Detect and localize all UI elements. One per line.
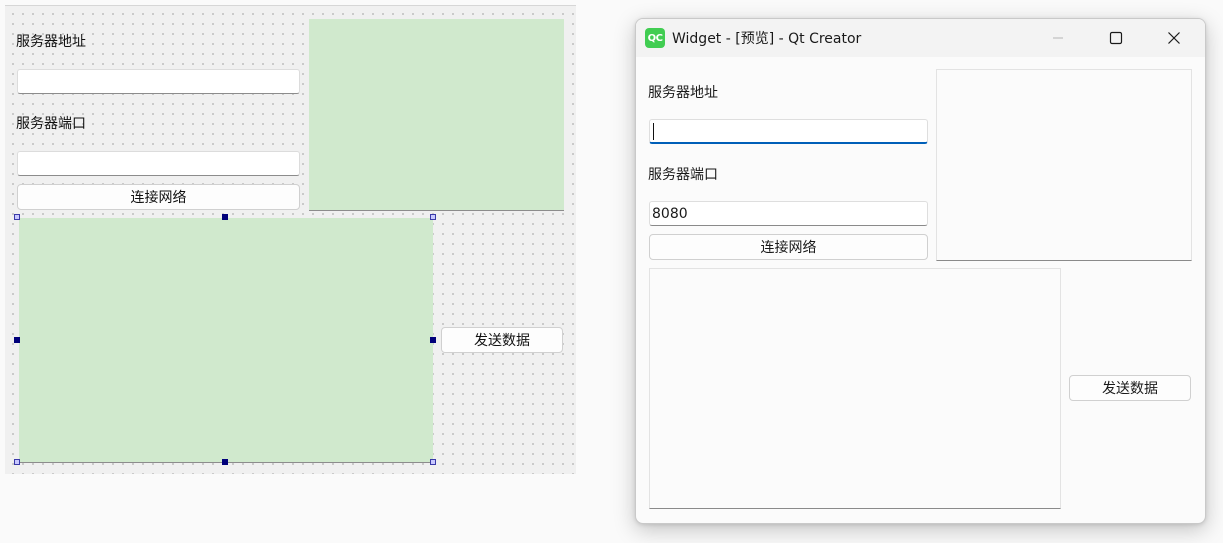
text-caret <box>653 122 654 140</box>
designer-form-canvas[interactable]: 服务器地址 服务器端口 连接网络 发送数据 <box>5 5 576 474</box>
designer-server-port-label[interactable]: 服务器端口 <box>16 113 86 133</box>
selection-handle-left[interactable] <box>14 337 20 343</box>
selection-handle-top-left[interactable] <box>14 214 20 220</box>
receive-textedit[interactable] <box>936 69 1192 261</box>
selection-handle-bottom-left[interactable] <box>14 459 20 465</box>
window-titlebar[interactable]: QC Widget - [预览] - Qt Creator <box>636 19 1205 57</box>
server-port-value: 8080 <box>652 205 688 222</box>
selection-handle-bottom-right[interactable] <box>430 459 436 465</box>
server-port-label: 服务器端口 <box>648 167 718 183</box>
qt-creator-app-icon: QC <box>645 28 665 48</box>
send-button[interactable]: 发送数据 <box>1069 375 1191 401</box>
maximize-button[interactable] <box>1087 19 1145 57</box>
send-textedit[interactable] <box>649 268 1061 509</box>
server-address-label: 服务器地址 <box>648 85 718 101</box>
close-icon <box>1168 32 1180 44</box>
maximize-icon <box>1109 31 1123 45</box>
designer-send-button[interactable]: 发送数据 <box>441 327 563 353</box>
designer-send-textedit-selected[interactable] <box>19 218 433 463</box>
designer-server-address-label[interactable]: 服务器地址 <box>16 31 86 51</box>
window-title: Widget - [预览] - Qt Creator <box>672 31 862 47</box>
designer-connect-button[interactable]: 连接网络 <box>17 184 300 210</box>
designer-server-port-input[interactable] <box>17 151 300 176</box>
minimize-button[interactable] <box>1029 19 1087 57</box>
minimize-icon <box>1053 37 1063 39</box>
connect-button[interactable]: 连接网络 <box>649 234 928 260</box>
selection-handle-top-right[interactable] <box>430 214 436 220</box>
server-address-input[interactable] <box>649 119 928 144</box>
server-port-input[interactable]: 8080 <box>649 201 928 226</box>
preview-window: QC Widget - [预览] - Qt Creator 服务器地址 服务器端… <box>635 18 1206 524</box>
close-button[interactable] <box>1145 19 1203 57</box>
selection-handle-right[interactable] <box>430 337 436 343</box>
designer-receive-textedit[interactable] <box>309 19 564 211</box>
selection-handle-bottom[interactable] <box>222 459 228 465</box>
selection-handle-top[interactable] <box>222 214 228 220</box>
designer-server-address-input[interactable] <box>17 69 300 94</box>
